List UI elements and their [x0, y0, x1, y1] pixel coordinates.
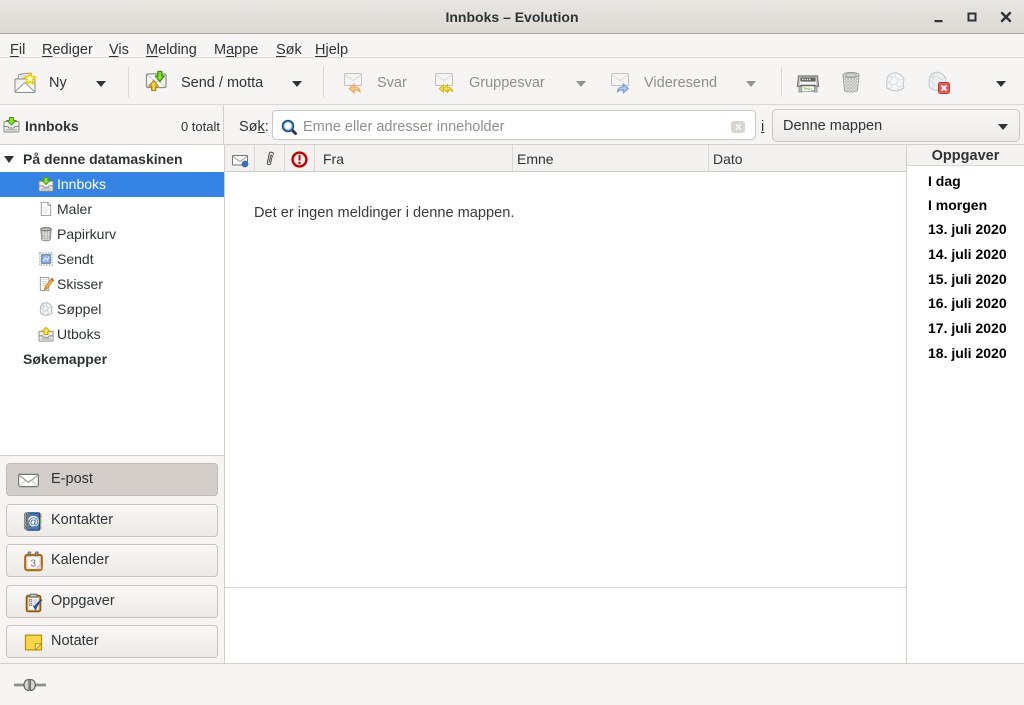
- svg-text:3: 3: [31, 559, 37, 570]
- svg-text:@: @: [28, 516, 39, 528]
